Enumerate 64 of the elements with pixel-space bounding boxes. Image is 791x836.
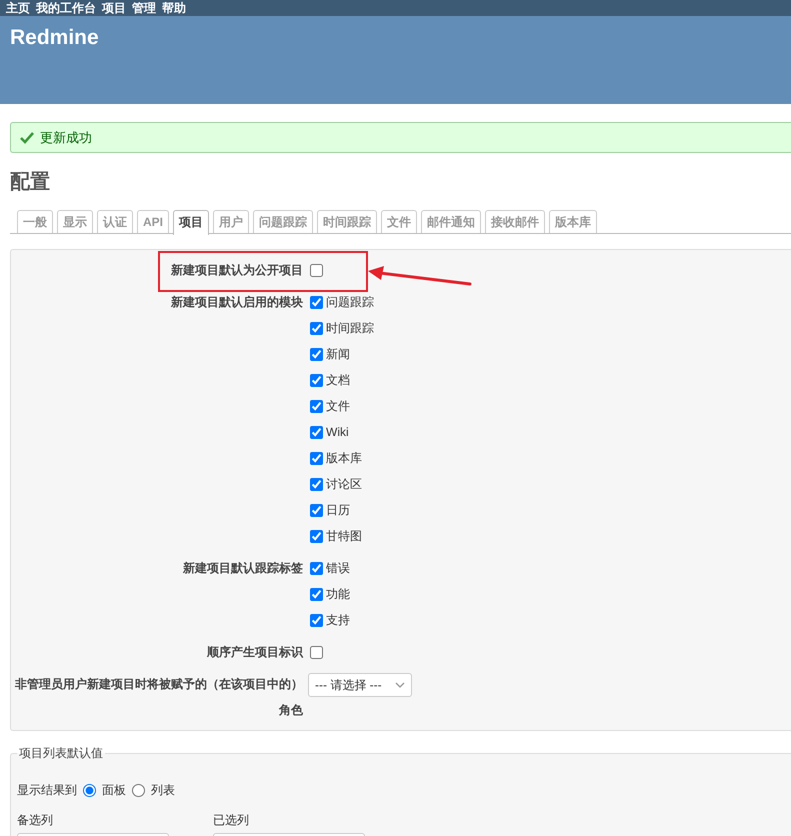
setting-label: 顺序产生项目标识: [206, 644, 303, 661]
top-menu-link[interactable]: 我的工作台: [36, 0, 96, 16]
checkbox[interactable]: [310, 530, 323, 542]
option-label: 日历: [326, 502, 350, 518]
checkbox[interactable]: [310, 588, 323, 600]
checkbox[interactable]: [310, 614, 323, 626]
checkbox[interactable]: [310, 400, 323, 412]
checkbox[interactable]: [310, 562, 323, 574]
checkbox[interactable]: [310, 646, 323, 658]
radio-button[interactable]: [83, 784, 96, 796]
checkmark-icon: [20, 132, 34, 144]
settings-tab[interactable]: 时间跟踪: [317, 210, 378, 233]
option-label: 甘特图: [326, 528, 362, 544]
setting-label: 新建项目默认为公开项目: [170, 262, 303, 279]
option-label: 文件: [326, 398, 350, 414]
checkbox[interactable]: [310, 478, 323, 490]
role-dropdown[interactable]: --- 请选择 ---: [308, 673, 412, 697]
settings-tab[interactable]: API: [137, 210, 170, 233]
top-menu-link[interactable]: 项目: [102, 0, 126, 16]
checkbox[interactable]: [310, 322, 323, 334]
option-label: 时间跟踪: [326, 320, 374, 336]
page-title: 配置: [10, 170, 51, 195]
checkbox[interactable]: [310, 374, 323, 386]
column-list-label: 备选列: [17, 812, 54, 829]
checkbox[interactable]: [310, 426, 323, 438]
settings-tab[interactable]: 邮件通知: [421, 210, 482, 233]
field-label: 显示结果到: [17, 782, 77, 798]
setting-label: 新建项目默认跟踪标签: [182, 560, 303, 577]
site-title: Redmine: [10, 25, 100, 51]
setting-label: 非管理员用户新建项目时将被赋予的（在该项目中的）角色: [14, 676, 303, 719]
settings-tab[interactable]: 文件: [381, 210, 418, 233]
setting-label: 新建项目默认启用的模块: [170, 294, 303, 311]
chevron-down-icon: [395, 682, 405, 688]
settings-tab[interactable]: 用户: [213, 210, 250, 233]
notice-text: 更新成功: [40, 128, 92, 146]
checkbox[interactable]: [310, 264, 323, 276]
checkbox[interactable]: [310, 348, 323, 360]
settings-tab[interactable]: 显示: [57, 210, 93, 233]
radio-label: 列表: [151, 782, 175, 798]
checkbox[interactable]: [310, 504, 323, 516]
option-label: 支持: [326, 612, 350, 628]
option-label: 问题跟踪: [326, 294, 374, 310]
option-label: 版本库: [326, 450, 362, 466]
column-list-label: 已选列: [213, 812, 250, 829]
top-menu-link[interactable]: 主页: [6, 0, 30, 16]
radio-label: 面板: [102, 782, 126, 798]
section-legend: 项目列表默认值: [17, 745, 105, 762]
settings-tab[interactable]: 认证: [97, 210, 133, 233]
option-label: 新闻: [326, 346, 350, 362]
option-label: 讨论区: [326, 476, 362, 492]
checkbox[interactable]: [310, 296, 323, 308]
settings-tab[interactable]: 问题跟踪: [253, 210, 314, 233]
option-label: 错误: [326, 560, 350, 576]
settings-tab[interactable]: 接收邮件: [485, 210, 546, 233]
option-label: Wiki: [326, 425, 349, 439]
settings-tab[interactable]: 一般: [17, 210, 53, 233]
checkbox[interactable]: [310, 452, 323, 464]
top-menu-link[interactable]: 帮助: [162, 0, 186, 16]
option-label: 文档: [326, 372, 350, 388]
radio-button[interactable]: [132, 784, 145, 796]
settings-tab[interactable]: 项目: [173, 210, 210, 235]
settings-tab[interactable]: 版本库: [549, 210, 598, 233]
top-menu-link[interactable]: 管理: [132, 0, 156, 16]
option-label: 功能: [326, 586, 350, 602]
